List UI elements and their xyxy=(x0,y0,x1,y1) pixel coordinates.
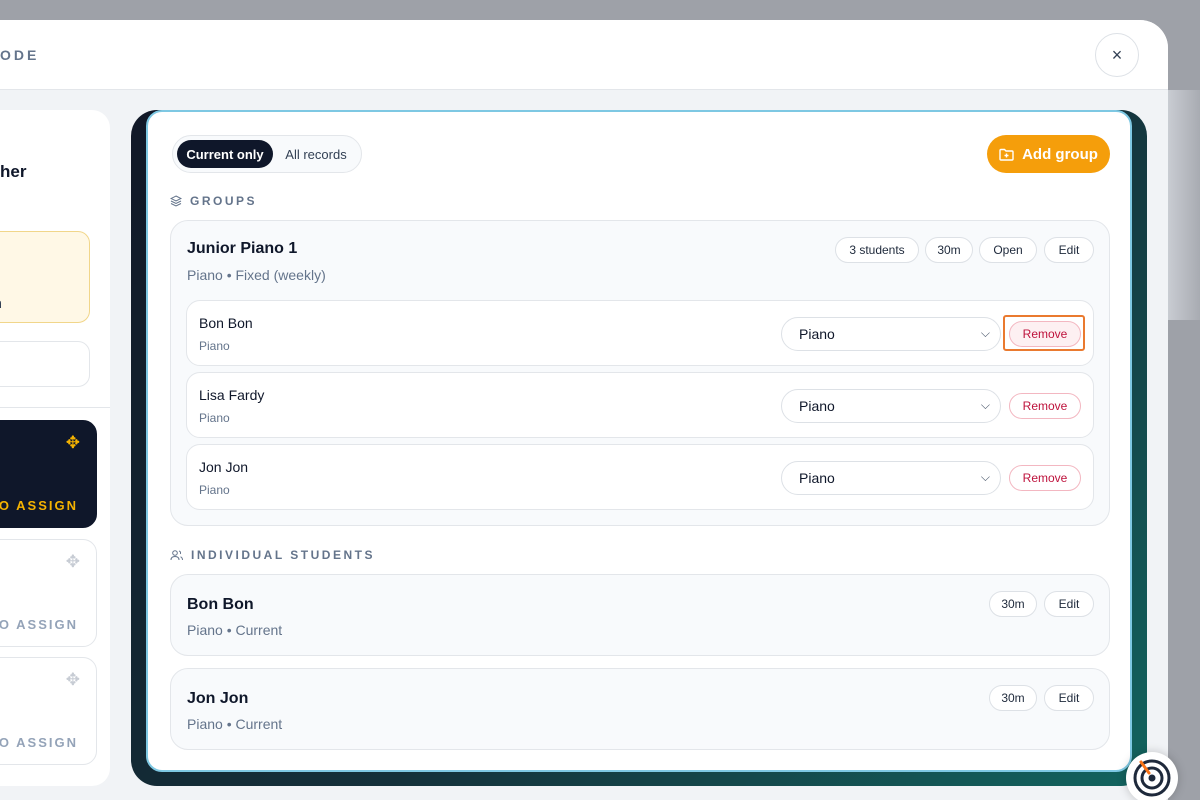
edit-student-button[interactable]: Edit xyxy=(1044,591,1094,617)
chevron-down-icon: ⌵ xyxy=(980,398,990,412)
panel-heading-fragment: her xyxy=(0,162,27,181)
filter-all-records[interactable]: All records xyxy=(275,140,357,168)
instrument-select-value: Piano xyxy=(799,398,835,414)
groups-section-title: GROUPS xyxy=(170,194,257,208)
info-note-fragment: in xyxy=(0,295,2,311)
instrument-select[interactable]: Piano ⌵ xyxy=(781,389,1001,423)
remove-member-button[interactable]: Remove xyxy=(1009,465,1081,491)
student-subtitle: Piano • Current xyxy=(187,622,283,638)
individual-section-title: INDIVIDUAL STUDENTS xyxy=(170,548,375,562)
member-instrument: Piano xyxy=(199,483,230,497)
group-name: Junior Piano 1 xyxy=(187,240,298,257)
instrument-select-value: Piano xyxy=(799,326,835,342)
logo-icon xyxy=(1133,759,1171,797)
panel-input[interactable] xyxy=(0,341,90,387)
window-title: ODE xyxy=(0,47,40,63)
assign-card[interactable]: ✥ TO ASSIGN xyxy=(0,657,97,765)
filter-current-only[interactable]: Current only xyxy=(177,140,273,168)
window-header: ODE × xyxy=(0,20,1168,90)
add-group-label: Add group xyxy=(1022,145,1098,163)
duration-badge: 30m xyxy=(989,685,1037,711)
info-note: in xyxy=(0,231,90,323)
instrument-select[interactable]: Piano ⌵ xyxy=(781,461,1001,495)
individual-student-card: Jon Jon Piano • Current 30m Edit xyxy=(170,668,1110,750)
chevron-down-icon: ⌵ xyxy=(980,470,990,484)
panel-divider xyxy=(0,407,110,408)
records-filter: Current only All records xyxy=(172,135,362,173)
student-name: Bon Bon xyxy=(187,596,254,613)
group-member-row: Bon Bon Piano Piano ⌵ Remove xyxy=(186,300,1094,366)
duration-badge: 30m xyxy=(989,591,1037,617)
close-button[interactable]: × xyxy=(1095,33,1139,77)
folder-plus-icon xyxy=(999,148,1014,161)
left-panel: ‹ her in ✥ TO ASSIGN ✥ TO ASSIGN ✥ TO AS… xyxy=(0,110,110,786)
remove-member-button[interactable]: Remove xyxy=(1009,321,1081,347)
group-subtitle: Piano • Fixed (weekly) xyxy=(187,267,326,283)
edit-student-button[interactable]: Edit xyxy=(1044,685,1094,711)
group-member-row: Jon Jon Piano Piano ⌵ Remove xyxy=(186,444,1094,510)
users-icon xyxy=(170,550,183,561)
move-icon[interactable]: ✥ xyxy=(66,552,80,572)
move-icon[interactable]: ✥ xyxy=(66,670,80,690)
individual-student-card: Bon Bon Piano • Current 30m Edit xyxy=(170,574,1110,656)
student-name: Jon Jon xyxy=(187,690,249,707)
chevron-down-icon: ⌵ xyxy=(980,326,990,340)
member-name: Jon Jon xyxy=(199,459,249,475)
member-instrument: Piano xyxy=(199,339,230,353)
group-member-row: Lisa Fardy Piano Piano ⌵ Remove xyxy=(186,372,1094,438)
assign-card-label: TO ASSIGN xyxy=(0,735,78,750)
app-logo[interactable] xyxy=(1126,752,1178,800)
instrument-select-value: Piano xyxy=(799,470,835,486)
assign-card-label: TO ASSIGN xyxy=(0,498,78,513)
member-instrument: Piano xyxy=(199,411,230,425)
individual-title: INDIVIDUAL STUDENTS xyxy=(191,548,375,562)
students-count-badge: 3 students xyxy=(835,237,919,263)
member-name: Bon Bon xyxy=(199,315,253,331)
duration-badge: 30m xyxy=(925,237,973,263)
assign-card-label: TO ASSIGN xyxy=(0,617,78,632)
groups-title: GROUPS xyxy=(190,194,258,208)
group-card: Junior Piano 1 Piano • Fixed (weekly) 3 … xyxy=(170,220,1110,526)
remove-member-button[interactable]: Remove xyxy=(1009,393,1081,419)
close-icon: × xyxy=(1111,44,1123,65)
edit-group-button[interactable]: Edit xyxy=(1044,237,1094,263)
student-subtitle: Piano • Current xyxy=(187,716,283,732)
window-edge xyxy=(1168,90,1200,320)
instrument-select[interactable]: Piano ⌵ xyxy=(781,317,1001,351)
assign-card[interactable]: ✥ TO ASSIGN xyxy=(0,420,97,528)
member-name: Lisa Fardy xyxy=(199,387,265,403)
assign-card[interactable]: ✥ TO ASSIGN xyxy=(0,539,97,647)
groups-card: Current only All records Add group GROUP… xyxy=(146,110,1132,772)
add-group-button[interactable]: Add group xyxy=(987,135,1110,173)
layers-icon xyxy=(170,195,182,207)
move-icon[interactable]: ✥ xyxy=(66,433,80,453)
open-group-button[interactable]: Open xyxy=(979,237,1037,263)
